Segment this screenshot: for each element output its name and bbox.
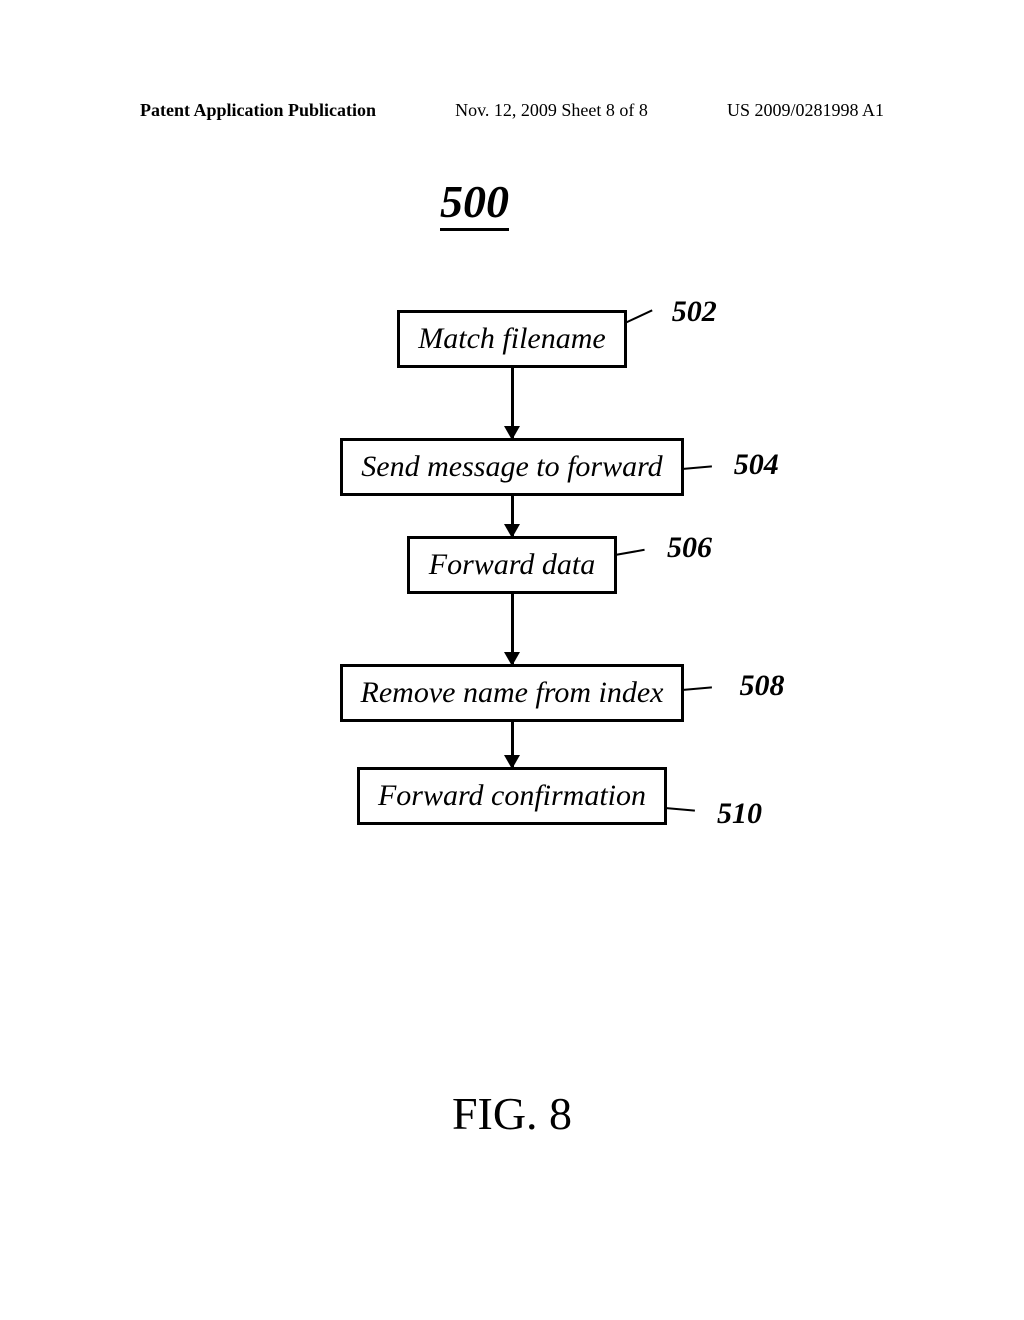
header-date-sheet: Nov. 12, 2009 Sheet 8 of 8 xyxy=(455,100,648,121)
flow-box: Send message to forward xyxy=(340,438,683,496)
flow-ref: 506 xyxy=(667,531,712,565)
header-patent-number: US 2009/0281998 A1 xyxy=(727,100,884,121)
lead-line xyxy=(665,807,695,812)
flowchart: Match filename 502 Send message to forwa… xyxy=(0,310,1024,825)
flow-arrow xyxy=(511,368,514,438)
lead-line xyxy=(682,686,712,691)
figure-label: FIG. 8 xyxy=(0,1087,1024,1140)
flow-node-502: Match filename 502 xyxy=(397,310,626,368)
flow-node-504: Send message to forward 504 xyxy=(340,438,683,496)
flow-box: Match filename xyxy=(397,310,626,368)
lead-line xyxy=(682,465,712,470)
page-header: Patent Application Publication Nov. 12, … xyxy=(0,100,1024,121)
flow-arrow xyxy=(511,496,514,536)
flow-arrow xyxy=(511,722,514,767)
header-publication: Patent Application Publication xyxy=(140,100,376,121)
lead-line xyxy=(624,309,652,323)
flow-box: Remove name from index xyxy=(340,664,685,722)
lead-line xyxy=(615,549,645,556)
flow-box: Forward confirmation xyxy=(357,767,667,825)
flow-node-508: Remove name from index 508 xyxy=(340,664,685,722)
flow-box: Forward data xyxy=(407,536,617,594)
flow-ref: 510 xyxy=(717,797,762,831)
flow-arrow xyxy=(511,594,514,664)
flow-ref: 502 xyxy=(672,295,717,329)
diagram-overall-ref: 500 xyxy=(440,175,509,231)
flow-node-506: Forward data 506 xyxy=(407,536,617,594)
flow-ref: 504 xyxy=(734,448,779,482)
flow-node-510: Forward confirmation 510 xyxy=(357,767,667,825)
flow-ref: 508 xyxy=(739,669,784,703)
